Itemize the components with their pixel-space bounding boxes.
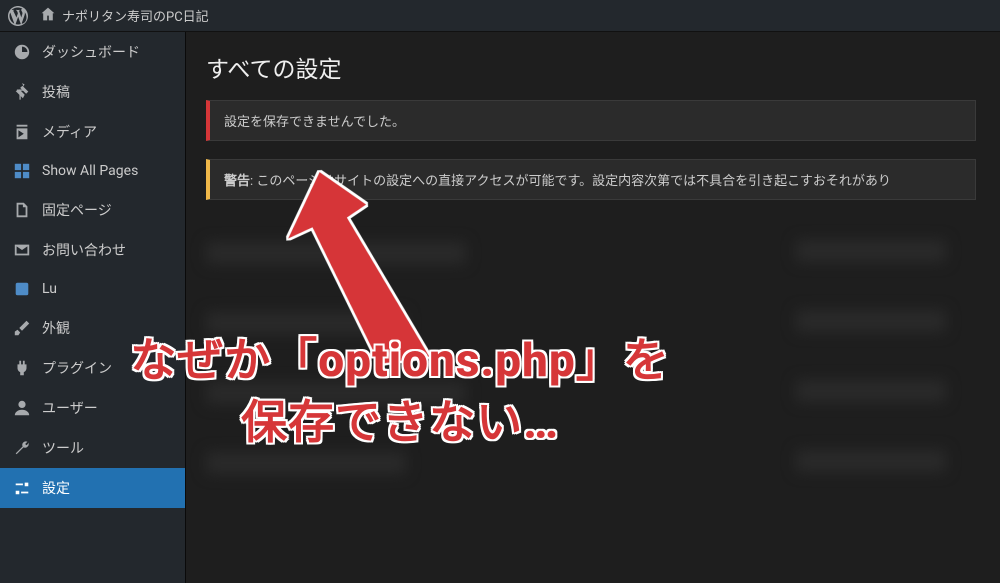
sidebar-item-label: 投稿 xyxy=(42,82,70,102)
home-icon xyxy=(40,6,56,26)
sidebar-item-label: プラグイン xyxy=(42,358,112,378)
sidebar-item-pages[interactable]: 固定ページ xyxy=(0,190,185,230)
settings-row xyxy=(206,288,976,358)
blurred-value xyxy=(796,240,946,262)
brush-icon xyxy=(12,319,32,337)
warning-notice: 警告: このページはサイトの設定への直接アクセスが可能です。設定内容次第では不具… xyxy=(206,159,976,200)
grid-icon xyxy=(12,162,32,180)
sidebar-item-label: ツール xyxy=(42,438,84,458)
blurred-value xyxy=(796,310,946,332)
error-notice-text: 設定を保存できませんでした。 xyxy=(224,115,405,130)
plug-icon xyxy=(12,359,32,377)
admin-sidebar: ダッシュボード 投稿 メディア Show All Pages 固定ページ xyxy=(0,32,185,583)
sidebar-item-media[interactable]: メディア xyxy=(0,112,185,152)
blurred-label xyxy=(206,312,406,334)
site-home-link[interactable]: ナポリタン寿司のPC日記 xyxy=(40,6,209,26)
sidebar-item-show-all-pages[interactable]: Show All Pages xyxy=(0,152,185,190)
settings-row xyxy=(206,218,976,288)
admin-toolbar: ナポリタン寿司のPC日記 xyxy=(0,0,1000,32)
plugin-icon xyxy=(12,280,32,298)
sidebar-item-label: 外観 xyxy=(42,318,70,338)
blurred-value xyxy=(796,450,946,472)
sidebar-item-label: ダッシュボード xyxy=(42,42,140,62)
sidebar-item-dashboard[interactable]: ダッシュボード xyxy=(0,32,185,72)
sidebar-item-label: 固定ページ xyxy=(42,200,112,220)
pin-icon xyxy=(12,83,32,101)
sliders-icon xyxy=(12,479,32,497)
sidebar-item-label: Show All Pages xyxy=(42,163,138,179)
sidebar-item-label: Lu xyxy=(42,281,57,297)
settings-row xyxy=(206,428,976,498)
sidebar-item-label: お問い合わせ xyxy=(42,240,126,260)
warning-text: : このページはサイトの設定への直接アクセスが可能です。設定内容次第では不具合を… xyxy=(250,174,891,189)
dashboard-icon xyxy=(12,43,32,61)
page-icon xyxy=(12,201,32,219)
sidebar-item-appearance[interactable]: 外観 xyxy=(0,308,185,348)
wordpress-logo-icon[interactable] xyxy=(8,6,28,26)
content-area: すべての設定 設定を保存できませんでした。 警告: このページはサイトの設定への… xyxy=(185,32,1000,583)
blurred-label xyxy=(206,382,466,404)
sidebar-item-settings[interactable]: 設定 xyxy=(0,468,185,508)
sidebar-item-label: ユーザー xyxy=(42,398,98,418)
mail-icon xyxy=(12,241,32,259)
blurred-value xyxy=(796,380,946,402)
settings-table xyxy=(206,218,976,498)
warning-label: 警告 xyxy=(224,174,250,189)
users-icon xyxy=(12,399,32,417)
sidebar-item-users[interactable]: ユーザー xyxy=(0,388,185,428)
sidebar-item-plugins[interactable]: プラグイン xyxy=(0,348,185,388)
sidebar-item-lu[interactable]: Lu xyxy=(0,270,185,308)
blurred-label xyxy=(206,242,466,264)
sidebar-item-label: 設定 xyxy=(42,478,70,498)
wrench-icon xyxy=(12,439,32,457)
sidebar-item-contact[interactable]: お問い合わせ xyxy=(0,230,185,270)
media-icon xyxy=(12,123,32,141)
blurred-label xyxy=(206,452,406,474)
site-title: ナポリタン寿司のPC日記 xyxy=(62,6,209,25)
page-title: すべての設定 xyxy=(206,50,976,84)
sidebar-item-label: メディア xyxy=(42,122,97,142)
error-notice: 設定を保存できませんでした。 xyxy=(206,100,976,141)
sidebar-item-tools[interactable]: ツール xyxy=(0,428,185,468)
sidebar-item-posts[interactable]: 投稿 xyxy=(0,72,185,112)
settings-row xyxy=(206,358,976,428)
